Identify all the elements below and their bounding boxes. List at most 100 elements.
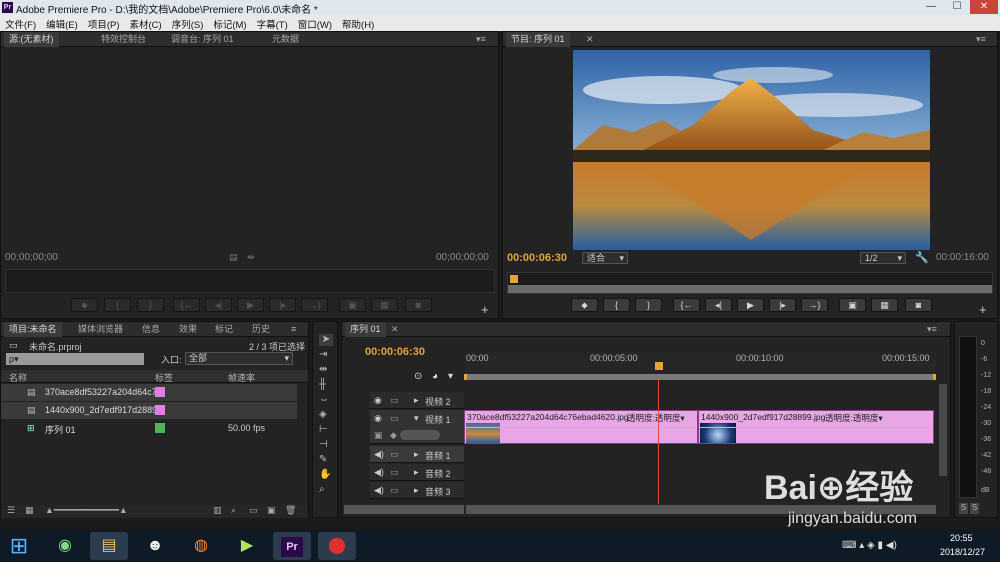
add-marker-icon[interactable]: ▾ — [448, 371, 453, 382]
lock-icon[interactable]: ▭ — [390, 449, 399, 460]
rolling-edit-tool-icon[interactable]: ╫ — [319, 379, 326, 390]
source-time-ruler[interactable] — [5, 269, 495, 293]
tab-info[interactable]: 信息 — [137, 322, 165, 337]
find-icon[interactable]: ⌕ — [231, 505, 236, 516]
new-item-icon[interactable]: ▣ — [267, 505, 276, 516]
overwrite-button[interactable]: ▦ — [371, 298, 398, 312]
col-label[interactable]: 标签 — [155, 371, 173, 384]
chevron-down-icon[interactable]: ▾ — [414, 413, 419, 424]
taskbar-premiere-icon[interactable]: Pr — [273, 532, 311, 560]
eye-icon[interactable]: ◉ — [374, 413, 382, 424]
taskbar-camtasia-icon[interactable]: ▶ — [228, 532, 266, 560]
razor-tool-icon[interactable]: ◈ — [319, 409, 327, 420]
automate-icon[interactable]: ▥ — [213, 505, 222, 516]
clip-opacity-menu[interactable]: 透明度:透明度▾ — [627, 412, 685, 424]
tray-time[interactable]: 20:55 — [950, 533, 973, 543]
fit-dropdown[interactable]: 适合 ▾ — [582, 252, 628, 264]
close-button[interactable]: ✕ — [970, 0, 998, 14]
clip-opacity-menu[interactable]: 透明度:透明度▾ — [825, 412, 883, 424]
speaker-icon[interactable]: ◀) — [374, 485, 384, 496]
slide-tool-icon[interactable]: ⊣ — [319, 439, 328, 450]
tab-audio-mixer[interactable]: 调音台: 序列 01 — [166, 32, 239, 47]
new-bin-icon[interactable]: ▭ — [249, 505, 258, 516]
ripple-edit-tool-icon[interactable]: ⇹ — [319, 364, 327, 375]
keyframe-icon[interactable]: ◆ — [390, 430, 397, 441]
drop-frame-icon[interactable]: ⇹ — [247, 252, 255, 263]
chevron-right-icon[interactable]: ▸ — [414, 485, 419, 496]
menu-help[interactable]: 帮助(H) — [337, 15, 379, 31]
taskbar-explorer-icon[interactable]: ▤ — [90, 532, 128, 560]
pen-tool-icon[interactable]: ✎ — [319, 454, 327, 465]
program-time-ruler[interactable] — [507, 272, 993, 294]
resolution-dropdown[interactable]: 1/2 ▾ — [860, 252, 906, 264]
video-clip[interactable]: 370ace8df53227a204d64c76ebad4620.jpg 透明度… — [464, 410, 698, 444]
tab-markers[interactable]: 标记 — [210, 322, 238, 337]
hand-tool-icon[interactable]: ✋ — [319, 469, 331, 480]
menu-file[interactable]: 文件(F) — [0, 15, 41, 31]
mark-in-button[interactable]: { — [104, 298, 131, 312]
track-header-audio-2[interactable]: ◀) ▭ ▸ 音频 2 — [370, 464, 464, 481]
panel-menu-icon[interactable]: ▾≡ — [971, 32, 991, 47]
go-to-out-button[interactable]: →} — [301, 298, 328, 312]
export-frame-button[interactable]: ◙ — [405, 298, 432, 312]
step-forward-button[interactable]: |▸ — [769, 298, 796, 312]
opacity-line[interactable] — [699, 427, 933, 428]
selection-tool-icon[interactable]: ➤ — [319, 334, 333, 346]
zoom-scroll-bar[interactable] — [508, 285, 992, 293]
panel-menu-icon[interactable]: ▾≡ — [922, 322, 942, 337]
timeline-timecode[interactable]: 00:00:06:30 — [365, 346, 425, 358]
chevron-right-icon[interactable]: ▸ — [414, 395, 419, 406]
safe-margin-icon[interactable]: ▤ — [229, 252, 238, 263]
list-item[interactable]: ⊞ 序列 01 50.00 fps — [1, 420, 297, 437]
set-marker-icon[interactable]: ◕ — [432, 371, 438, 382]
step-forward-button[interactable]: |▸ — [269, 298, 296, 312]
speaker-icon[interactable]: ◀) — [374, 449, 384, 460]
tab-close-icon[interactable]: ✕ — [581, 32, 599, 47]
search-input[interactable]: ρ▾ — [6, 353, 144, 365]
maximize-button[interactable]: ☐ — [944, 0, 970, 14]
tab-source[interactable]: 源:(无素材) — [4, 32, 59, 47]
tab-program[interactable]: 节目: 序列 01 — [506, 32, 570, 47]
entry-dropdown[interactable]: 全部 ▾ — [185, 352, 293, 365]
playhead-marker[interactable] — [510, 275, 518, 283]
list-item[interactable]: ▤ 370ace8df53227a204d64c7 — [1, 384, 297, 401]
solo-left-button[interactable]: S — [959, 503, 968, 514]
lock-icon[interactable]: ▭ — [390, 395, 399, 406]
go-to-out-button[interactable]: →} — [801, 298, 828, 312]
taskbar-qq-icon[interactable]: ☻ — [136, 532, 174, 560]
add-button-icon[interactable]: + — [979, 302, 987, 317]
tab-effect-controls[interactable]: 特效控制台 — [96, 32, 151, 47]
menu-edit[interactable]: 编辑(E) — [41, 15, 83, 31]
trash-icon[interactable]: 🗑 — [285, 505, 296, 516]
add-marker-button[interactable]: ⬥ — [71, 298, 98, 312]
tray-icons[interactable]: ⌨ ▴ ◈ ▮ ◀) — [842, 540, 897, 551]
tab-effects[interactable]: 效果 — [174, 322, 202, 337]
extract-button[interactable]: ▦ — [871, 298, 898, 312]
mark-out-button[interactable]: } — [635, 298, 662, 312]
program-current-timecode[interactable]: 00:00:06:30 — [507, 252, 567, 264]
slip-tool-icon[interactable]: ⊢ — [319, 424, 328, 435]
snap-icon[interactable]: ⊙ — [414, 371, 422, 382]
col-name[interactable]: 名称 — [9, 371, 27, 384]
icon-view-icon[interactable]: ▦ — [25, 505, 34, 516]
list-item[interactable]: ▤ 1440x900_2d7edf917d2889 — [1, 402, 297, 419]
add-button-icon[interactable]: + — [481, 302, 489, 317]
tab-history[interactable]: 历史 — [247, 322, 275, 337]
col-fps[interactable]: 帧速率 — [228, 371, 255, 384]
mark-in-button[interactable]: { — [603, 298, 630, 312]
go-to-in-button[interactable]: {← — [173, 298, 200, 312]
taskbar-recorder-icon[interactable]: ⬤ — [318, 532, 356, 560]
menu-sequence[interactable]: 序列(S) — [167, 15, 209, 31]
display-style-icon[interactable]: ▣ — [374, 430, 383, 441]
lock-icon[interactable]: ▭ — [390, 485, 399, 496]
list-view-icon[interactable]: ☰ — [7, 505, 15, 516]
start-button[interactable]: ⊞ — [2, 532, 36, 560]
track-header-video-1[interactable]: ◉ ▭ ▾ 视频 1 ▣ ◆ — [370, 410, 464, 444]
taskbar-firefox-icon[interactable]: ◍ — [182, 532, 220, 560]
chevron-right-icon[interactable]: ▸ — [414, 467, 419, 478]
work-area-bar[interactable] — [464, 374, 936, 380]
header-scroll-bar[interactable] — [344, 505, 464, 514]
eye-icon[interactable]: ◉ — [374, 395, 382, 406]
zoom-slider-icon[interactable]: ▲━━━━━━━━━━━━▲ — [45, 505, 128, 516]
go-to-in-button[interactable]: {← — [673, 298, 700, 312]
